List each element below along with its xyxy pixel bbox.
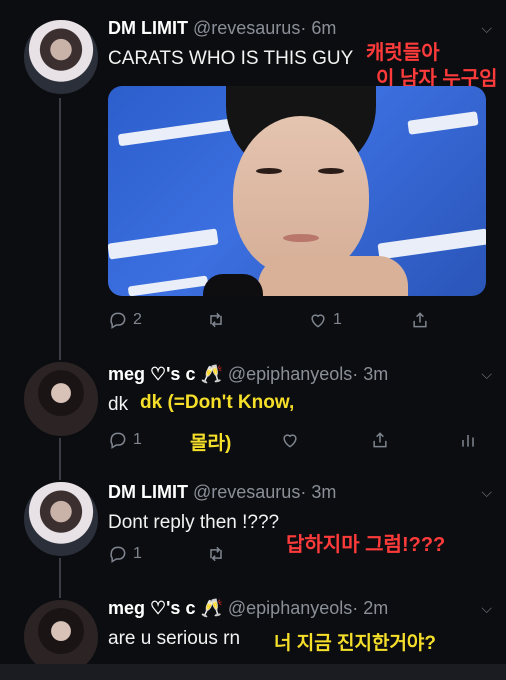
like-icon [311,314,325,328]
author-name[interactable]: meg ♡'s c 🥂 [108,598,223,618]
author-name[interactable]: DM LIMIT [108,18,188,38]
chevron-down-icon[interactable]: ⌵ [481,484,492,501]
reply-button[interactable]: 1 [108,430,142,450]
avatar[interactable] [22,18,100,96]
tweet-image[interactable] [108,86,486,296]
background-stripe [117,117,239,147]
tweet-text: Dont reply then !??? [108,512,280,533]
background-stripe [407,111,479,135]
portrait-clothes [203,274,263,296]
analytics-icon [462,435,474,447]
reply-icon [110,432,126,449]
reply-count: 2 [133,311,142,328]
author-handle[interactable]: @revesaurus [193,18,300,38]
translation-line-1: dk (=Don't Know, [140,392,295,413]
tweet-1[interactable]: DM LIMIT @revesaurus· 6m ⌵ CARATS WHO IS… [0,0,506,340]
portrait-mouth [283,234,319,242]
tweet-text: are u serious rn [108,628,241,649]
tweet-2[interactable]: meg ♡'s c 🥂 @epiphanyeols· 3m ⌵ dk dk (=… [0,350,506,465]
analytics-button[interactable] [458,430,478,450]
tweet-text: dk [108,394,129,415]
avatar[interactable] [22,480,100,558]
reply-count: 1 [133,545,142,562]
background-stripe [108,228,219,260]
reply-count: 1 [133,431,142,448]
portrait-face [233,116,369,276]
like-button[interactable]: 1 [308,310,342,330]
reply-button[interactable]: 1 [108,544,142,564]
timestamp: · 3m [352,364,389,384]
author-handle[interactable]: @epiphanyeols [228,598,352,618]
translation-line-1: 캐럿들아 [366,42,440,64]
chevron-down-icon[interactable]: ⌵ [481,20,492,37]
chevron-down-icon[interactable]: ⌵ [481,600,492,617]
like-count: 1 [333,311,342,328]
author-name[interactable]: meg ♡'s c 🥂 [108,364,223,384]
share-button[interactable] [370,430,390,450]
share-icon [413,312,427,328]
reply-icon [110,312,126,329]
portrait-hand [258,256,408,296]
action-bar: 1 [108,544,488,568]
like-button[interactable] [280,430,300,450]
share-button[interactable] [410,310,430,330]
timestamp: · 3m [300,482,337,502]
reply-icon [110,546,126,563]
translation-line-1: 너 지금 진지한거야? [274,633,437,654]
background-stripe [377,228,486,260]
retweet-icon [210,546,222,562]
retweet-button[interactable] [206,310,226,330]
share-icon [373,432,387,448]
timestamp: · 6m [300,18,337,38]
timestamp: · 2m [352,598,389,618]
retweet-button[interactable] [206,544,226,564]
retweet-icon [210,312,222,328]
portrait-eye [256,168,282,174]
portrait-eye [318,168,344,174]
tweet-text: CARATS WHO IS THIS GUY [108,48,354,69]
tweet-3[interactable]: DM LIMIT @revesaurus· 3m ⌵ Dont reply th… [0,470,506,585]
bottom-border [0,664,506,680]
reply-button[interactable]: 2 [108,310,142,330]
author-handle[interactable]: @epiphanyeols [228,364,352,384]
avatar[interactable] [22,360,100,438]
author-name[interactable]: DM LIMIT [108,482,188,502]
background-stripe [127,275,209,296]
author-handle[interactable]: @revesaurus [193,482,300,502]
chevron-down-icon[interactable]: ⌵ [481,366,492,383]
action-bar: 2 1 [108,310,488,334]
action-bar: 1 [108,430,488,454]
like-icon [283,434,297,448]
